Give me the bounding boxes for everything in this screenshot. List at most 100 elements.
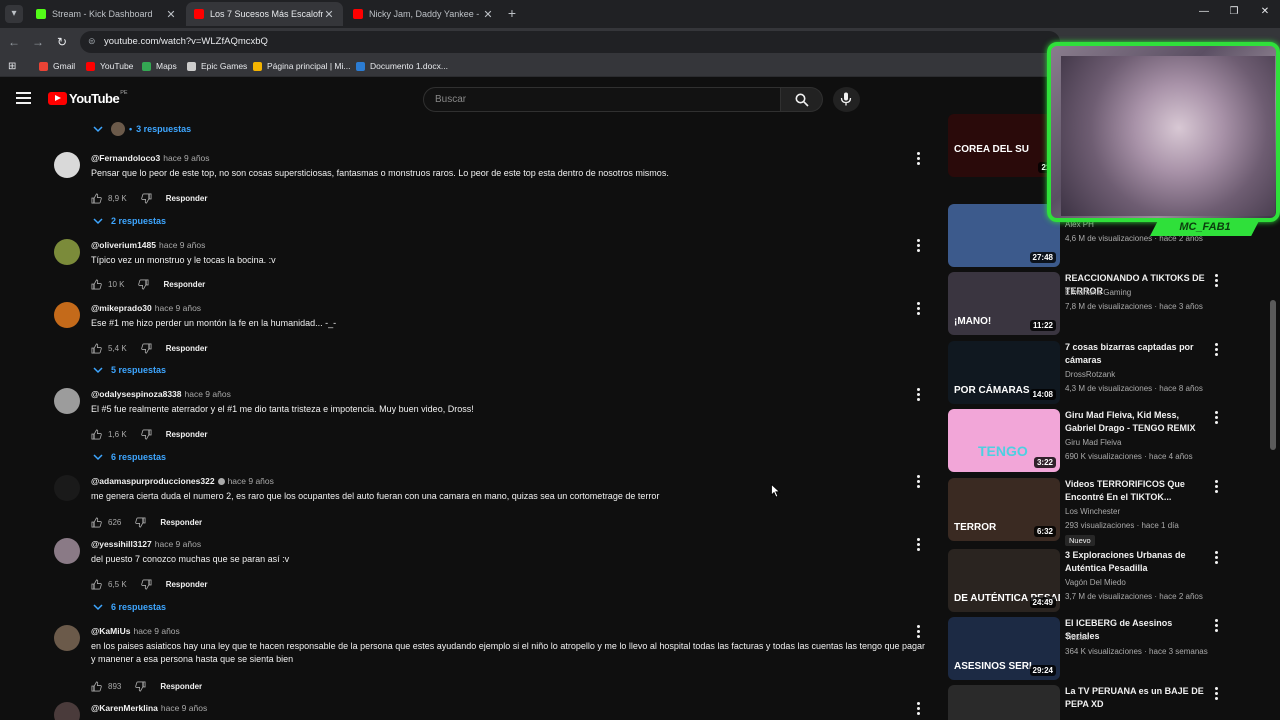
reload-button[interactable]: ↻: [54, 34, 70, 50]
close-icon[interactable]: ✕: [323, 8, 335, 21]
more-actions-icon[interactable]: [1213, 411, 1219, 425]
reply-button[interactable]: Responder: [163, 280, 205, 289]
video-thumbnail[interactable]: 27:48: [948, 204, 1060, 267]
address-bar[interactable]: ⊜ youtube.com/watch?v=WLZfAQmcxbQ: [80, 31, 1060, 53]
channel-name[interactable]: Giru Mad Fleiva: [1065, 438, 1121, 447]
video-thumbnail[interactable]: ¡MANO! 11:22: [948, 272, 1060, 335]
like-icon[interactable]: [91, 193, 102, 204]
avatar[interactable]: [54, 475, 80, 501]
video-title[interactable]: Videos TERRORIFICOS Que Encontré En el T…: [1065, 478, 1205, 504]
more-actions-icon[interactable]: [1213, 619, 1219, 633]
comment-time[interactable]: hace 9 años: [155, 539, 201, 549]
tab-kick-dashboard[interactable]: Stream - Kick Dashboard ✕: [28, 2, 185, 26]
new-tab-button[interactable]: +: [505, 5, 519, 23]
apps-icon[interactable]: ⊞: [8, 61, 16, 72]
video-thumbnail[interactable]: TERROR 6:32: [948, 478, 1060, 541]
dislike-icon[interactable]: [138, 279, 149, 290]
comment-author[interactable]: @yessihill3127: [91, 539, 152, 549]
youtube-logo[interactable]: YouTube PE: [48, 90, 128, 106]
close-window-button[interactable]: ✕: [1258, 6, 1272, 17]
video-thumbnail[interactable]: KGUE DE BASA: [948, 685, 1060, 720]
reply-button[interactable]: Responder: [166, 194, 208, 203]
channel-name[interactable]: Tibson: [1065, 633, 1089, 642]
dislike-icon[interactable]: [135, 681, 146, 692]
comment-time[interactable]: hace 9 años: [159, 240, 205, 250]
like-icon[interactable]: [91, 343, 102, 354]
scrollbar[interactable]: [1270, 300, 1276, 450]
bookmark-epic-games[interactable]: Epic Games: [187, 61, 247, 71]
more-actions-icon[interactable]: [915, 702, 921, 716]
dislike-icon[interactable]: [140, 429, 152, 440]
restore-button[interactable]: ❐: [1227, 6, 1241, 17]
comment-author[interactable]: @Fernandoloco3: [91, 153, 160, 163]
channel-name[interactable]: Los Winchester: [1065, 507, 1120, 516]
view-replies-button[interactable]: 6 respuestas: [93, 452, 166, 462]
tab-youtube-video[interactable]: Los 7 Sucesos Más Escalofriante ✕: [186, 2, 343, 26]
comment-author[interactable]: @odalysespinoza8338: [91, 389, 182, 399]
recommended-video[interactable]: POR CÁMARAS 14:08 7 cosas bizarras captada…: [948, 341, 1218, 405]
dislike-icon[interactable]: [140, 579, 152, 590]
recommended-video[interactable]: TERROR 6:32 Videos TERRORIFICOS Que Encont…: [948, 478, 1218, 546]
more-actions-icon[interactable]: [1213, 274, 1219, 288]
video-title[interactable]: Giru Mad Fleiva, Kid Mess, Gabriel Drago…: [1065, 409, 1205, 435]
comment-time[interactable]: hace 9 años: [228, 476, 274, 486]
more-actions-icon[interactable]: [915, 302, 921, 316]
channel-name[interactable]: Vagón Del Miedo: [1065, 578, 1126, 587]
video-thumbnail[interactable]: ASESINOS SERI 29:24: [948, 617, 1060, 680]
back-button[interactable]: ←: [6, 34, 22, 50]
tab-music-video[interactable]: Nicky Jam, Daddy Yankee - Dó ✕: [345, 2, 502, 26]
more-actions-icon[interactable]: [915, 625, 921, 639]
like-icon[interactable]: [91, 517, 102, 528]
video-title[interactable]: 3 Exploraciones Urbanas de Auténtica Pes…: [1065, 549, 1205, 575]
recommended-video[interactable]: ASESINOS SERI 29:24 El ICEBERG de Asesinos…: [948, 617, 1218, 681]
more-actions-icon[interactable]: [915, 152, 921, 166]
search-field[interactable]: [423, 87, 781, 112]
comment-time[interactable]: hace 9 años: [133, 626, 179, 636]
recommended-video[interactable]: TENGO 3:22 Giru Mad Fleiva, Kid Mess, Gabr…: [948, 409, 1218, 473]
recommended-video[interactable]: DE AUTÉNTICA PESADILLA24:493 Exploracion…: [948, 549, 1218, 613]
reply-button[interactable]: Responder: [166, 430, 208, 439]
voice-search-button[interactable]: [833, 87, 860, 112]
forward-button[interactable]: →: [30, 34, 46, 50]
site-info-icon[interactable]: ⊜: [88, 36, 96, 47]
more-actions-icon[interactable]: [1213, 687, 1219, 701]
channel-name[interactable]: ElMariana Gaming: [1065, 288, 1131, 297]
avatar[interactable]: [54, 388, 80, 414]
video-thumbnail[interactable]: TENGO 3:22: [948, 409, 1060, 472]
avatar[interactable]: [54, 625, 80, 651]
avatar[interactable]: [54, 239, 80, 265]
view-replies-button[interactable]: 2 respuestas: [93, 216, 166, 226]
comment-author[interactable]: @KaMiUs: [91, 626, 130, 636]
video-title[interactable]: 7 cosas bizarras captadas por cámaras: [1065, 341, 1205, 367]
more-actions-icon[interactable]: [915, 388, 921, 402]
comment-time[interactable]: hace 9 años: [185, 389, 231, 399]
channel-name[interactable]: DrossRotzank: [1065, 370, 1115, 379]
bookmark-maps[interactable]: Maps: [142, 61, 177, 71]
tab-search-button[interactable]: ▾: [5, 5, 23, 23]
bookmark-documento[interactable]: Documento 1.docx...: [356, 61, 448, 71]
more-actions-icon[interactable]: [1213, 551, 1219, 565]
recommended-video[interactable]: KGUE DE BASALa TV PERUANA es un BAJE DE …: [948, 685, 1218, 720]
video-thumbnail[interactable]: COREA DEL SU21:: [948, 114, 1060, 177]
dislike-icon[interactable]: [135, 517, 146, 528]
video-thumbnail[interactable]: DE AUTÉNTICA PESADILLA24:49: [948, 549, 1060, 612]
reply-button[interactable]: Responder: [160, 518, 202, 527]
comment-time[interactable]: hace 9 años: [161, 703, 207, 713]
like-icon[interactable]: [91, 429, 102, 440]
more-actions-icon[interactable]: [915, 538, 921, 552]
view-replies-button[interactable]: 6 respuestas: [93, 602, 166, 612]
comment-time[interactable]: hace 9 años: [155, 303, 201, 313]
comment-author[interactable]: @oliverium1485: [91, 240, 156, 250]
like-icon[interactable]: [91, 681, 102, 692]
more-actions-icon[interactable]: [1213, 343, 1219, 357]
video-thumbnail[interactable]: POR CÁMARAS 14:08: [948, 341, 1060, 404]
more-actions-icon[interactable]: [915, 475, 921, 489]
bookmark-youtube[interactable]: YouTube: [86, 61, 133, 71]
reply-button[interactable]: Responder: [160, 682, 202, 691]
view-replies-button[interactable]: • 3 respuestas: [93, 122, 191, 136]
like-icon[interactable]: [91, 579, 102, 590]
avatar[interactable]: [54, 302, 80, 328]
comment-author[interactable]: @adamaspurproducciones322: [91, 476, 215, 486]
close-icon[interactable]: ✕: [482, 8, 494, 21]
bookmark-pagina-principal[interactable]: Página principal | Mi...: [253, 61, 350, 71]
